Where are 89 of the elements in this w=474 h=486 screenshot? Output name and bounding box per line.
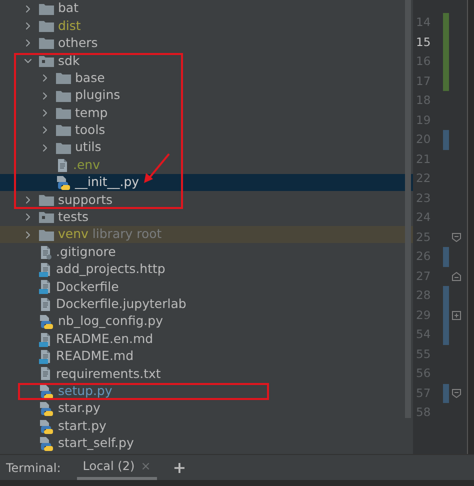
- file-name: README.md: [56, 347, 134, 366]
- tree-row[interactable]: tests: [0, 208, 413, 226]
- file-name: setup.py: [58, 382, 112, 400]
- file-name: supports: [58, 190, 113, 209]
- tree-row[interactable]: setup.py: [0, 382, 413, 400]
- root-note: library root: [92, 225, 162, 244]
- file-name: star.py: [58, 399, 100, 418]
- tree-row[interactable]: supports: [0, 191, 413, 209]
- file-name: sdk: [58, 52, 80, 70]
- python-file-icon: [39, 384, 54, 399]
- file-name: .gitignore: [56, 242, 116, 261]
- file-name: .env: [73, 156, 100, 174]
- file-name: bat: [58, 0, 78, 18]
- fold-marker-icon[interactable]: [452, 388, 460, 398]
- add-button[interactable]: +: [172, 460, 186, 476]
- python-file-icon: [39, 418, 54, 434]
- tree-row[interactable]: Dockerfile.jupyterlab: [0, 296, 413, 314]
- line-number: 15: [415, 34, 432, 51]
- python-file-icon: [39, 314, 54, 330]
- tree-row[interactable]: utils: [0, 139, 413, 157]
- tree-row[interactable]: bat: [0, 0, 413, 18]
- tree-row[interactable]: dist: [0, 17, 413, 35]
- file-name: plugins: [75, 86, 120, 104]
- tree-row[interactable]: sdk: [0, 52, 413, 70]
- gitignore-file-icon: [39, 244, 52, 260]
- tree-row[interactable]: README.md: [0, 348, 413, 366]
- tree-row[interactable]: requirements.txt: [0, 365, 413, 383]
- tree-row[interactable]: others: [0, 34, 413, 52]
- markdown-file-icon: [39, 349, 52, 364]
- tree-row[interactable]: start_self.py: [0, 434, 413, 452]
- tree-row[interactable]: add_projects.http: [0, 260, 413, 278]
- folder-icon: [56, 107, 71, 120]
- expand-fold-icon[interactable]: [452, 310, 460, 320]
- file-name: Dockerfile: [56, 278, 119, 296]
- folder-icon: [39, 228, 54, 241]
- tree-row[interactable]: .gitignore: [0, 243, 413, 261]
- file-name: tools: [75, 121, 106, 140]
- file-name: requirements.txt: [56, 364, 161, 383]
- tree-row[interactable]: __init__.py: [0, 174, 413, 192]
- text-file-icon: [39, 296, 52, 312]
- api-file-icon: [39, 262, 52, 278]
- tab-label: Local (2): [82, 458, 135, 475]
- file-name: README.en.md: [56, 330, 154, 348]
- file-name: start.py: [58, 416, 106, 435]
- docker-file-icon: [39, 279, 52, 294]
- file-name: add_projects.http: [56, 260, 166, 278]
- folder-icon: [56, 90, 71, 102]
- tree-row[interactable]: base: [0, 70, 413, 87]
- env-file-icon: [56, 158, 69, 173]
- folder-icon: [39, 37, 54, 50]
- tree-row[interactable]: tools: [0, 122, 413, 140]
- file-name: others: [58, 34, 98, 52]
- python-file-icon: [39, 436, 54, 451]
- text-file-icon: [39, 366, 52, 382]
- file-name: dist: [58, 16, 81, 35]
- tree-row[interactable]: star.py: [0, 400, 413, 418]
- file-name: utils: [75, 138, 102, 156]
- file-name: venv: [58, 225, 88, 244]
- folder-icon: [39, 20, 54, 32]
- tree-row[interactable]: README.en.md: [0, 330, 413, 348]
- file-name: nb_log_config.py: [58, 312, 163, 330]
- python-file-icon: [56, 175, 71, 190]
- file-name: Dockerfile.jupyterlab: [56, 294, 186, 313]
- file-name: temp: [75, 104, 108, 122]
- markdown-file-icon: [39, 332, 52, 347]
- tree-row[interactable]: .env: [0, 156, 413, 174]
- scrollbar[interactable]: [405, 0, 411, 418]
- python-file-icon: [39, 401, 54, 416]
- folder-icon: [39, 194, 54, 206]
- folder-icon: [39, 2, 54, 15]
- file-name: __init__.py: [75, 173, 140, 192]
- folder-icon: [56, 142, 71, 154]
- tree-row[interactable]: temp: [0, 104, 413, 122]
- tree-row[interactable]: plugins: [0, 86, 413, 104]
- module-folder-icon: [39, 54, 54, 67]
- folder-icon: [56, 124, 71, 136]
- annotation-arrow: [143, 152, 171, 184]
- folder-icon: [56, 72, 71, 84]
- terminal-label: Terminal:: [6, 460, 61, 476]
- fold-marker-icon[interactable]: [452, 272, 460, 281]
- file-name: tests: [58, 208, 89, 226]
- file-name: start_self.py: [58, 434, 134, 452]
- tree-row[interactable]: venv library root: [0, 226, 413, 244]
- fold-marker-icon[interactable]: [452, 232, 460, 242]
- file-name: base: [75, 68, 105, 87]
- module-folder-icon: [39, 211, 54, 224]
- tree-row[interactable]: start.py: [0, 417, 413, 435]
- tree-row[interactable]: Dockerfile: [0, 278, 413, 296]
- tree-row[interactable]: nb_log_config.py: [0, 313, 413, 330]
